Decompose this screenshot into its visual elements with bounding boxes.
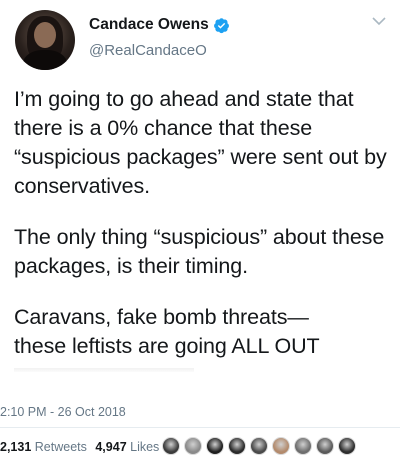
- tweet-timestamp[interactable]: 2:10 PM - 26 Oct 2018: [0, 405, 126, 419]
- liker-avatar[interactable]: [206, 437, 224, 455]
- liker-avatar[interactable]: [184, 437, 202, 455]
- divider: [0, 427, 400, 428]
- likes-stat[interactable]: 4,947 Likes: [95, 440, 159, 454]
- avatar-body: [23, 50, 67, 70]
- tweet-paragraph: Caravans, fake bomb threats— these lefti…: [14, 305, 320, 358]
- text-cutoff: [0, 372, 400, 392]
- tweet-paragraph: The only thing “suspicious” about these …: [14, 225, 385, 278]
- retweets-stat[interactable]: 2,131 Retweets: [0, 440, 87, 454]
- likes-label: Likes: [130, 440, 160, 454]
- avatar-face: [34, 22, 56, 48]
- display-name[interactable]: Candace Owens: [89, 16, 209, 34]
- liker-avatars: [162, 437, 360, 457]
- tweet-paragraph: I’m going to go ahead and state that the…: [14, 87, 387, 198]
- tweet-text: I’m going to go ahead and state that the…: [14, 85, 392, 361]
- liker-avatar[interactable]: [272, 437, 290, 455]
- liker-avatar[interactable]: [228, 437, 246, 455]
- retweets-count: 2,131: [0, 440, 32, 454]
- liker-avatar[interactable]: [162, 437, 180, 455]
- retweets-label: Retweets: [34, 440, 87, 454]
- liker-avatar[interactable]: [250, 437, 268, 455]
- likes-count: 4,947: [95, 440, 127, 454]
- liker-avatar[interactable]: [316, 437, 334, 455]
- chevron-down-icon[interactable]: [372, 16, 386, 26]
- verified-badge-icon: [213, 17, 229, 33]
- author-name-row: Candace Owens: [89, 16, 230, 34]
- avatar[interactable]: [15, 10, 75, 70]
- liker-avatar[interactable]: [294, 437, 312, 455]
- liker-avatar[interactable]: [338, 437, 356, 455]
- engagement-stats: 2,131 Retweets 4,947 Likes: [0, 440, 159, 454]
- handle[interactable]: @RealCandaceO: [89, 42, 207, 59]
